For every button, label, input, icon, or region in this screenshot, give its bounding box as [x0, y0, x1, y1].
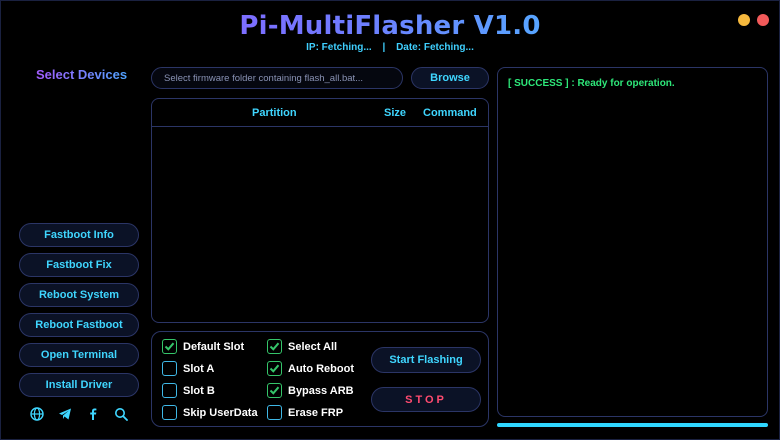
close-button[interactable]	[757, 14, 769, 26]
skip-userdata-checkbox[interactable]	[162, 405, 177, 420]
status-line: IP: Fetching... | Date: Fetching...	[1, 42, 779, 53]
fastboot-fix-button[interactable]: Fastboot Fix	[19, 253, 139, 277]
bypass-arb-option[interactable]: Bypass ARB	[267, 383, 354, 398]
erase-frp-option[interactable]: Erase FRP	[267, 405, 343, 420]
slot-a-checkbox[interactable]	[162, 361, 177, 376]
open-terminal-button[interactable]: Open Terminal	[19, 343, 139, 367]
ip-status: IP: Fetching...	[306, 42, 372, 53]
browse-button[interactable]: Browse	[411, 67, 489, 89]
reboot-fastboot-button[interactable]: Reboot Fastboot	[19, 313, 139, 337]
separator: |	[382, 42, 386, 53]
log-panel[interactable]: [ SUCCESS ] : Ready for operation.	[497, 67, 768, 417]
skip-userdata-option[interactable]: Skip UserData	[162, 405, 258, 420]
default-slot-option[interactable]: Default Slot	[162, 339, 244, 354]
options-panel: Default Slot Slot A Slot B Skip UserData…	[151, 331, 489, 427]
fastboot-info-button[interactable]: Fastboot Info	[19, 223, 139, 247]
log-line: [ SUCCESS ] : Ready for operation.	[508, 78, 675, 89]
auto-reboot-option[interactable]: Auto Reboot	[267, 361, 354, 376]
default-slot-checkbox[interactable]	[162, 339, 177, 354]
search-icon[interactable]	[113, 406, 129, 422]
bypass-arb-checkbox[interactable]	[267, 383, 282, 398]
app-window: Pi-MultiFlasher V1.0 IP: Fetching... | D…	[0, 0, 780, 440]
reboot-system-button[interactable]: Reboot System	[19, 283, 139, 307]
slot-b-checkbox[interactable]	[162, 383, 177, 398]
progress-bar	[497, 423, 768, 427]
default-slot-label: Default Slot	[183, 340, 245, 353]
globe-icon[interactable]	[29, 406, 45, 422]
telegram-icon[interactable]	[57, 406, 73, 422]
erase-frp-checkbox[interactable]	[267, 405, 282, 420]
minimize-button[interactable]	[738, 14, 750, 26]
facebook-icon[interactable]	[85, 406, 101, 422]
install-driver-button[interactable]: Install Driver	[19, 373, 139, 397]
stop-button[interactable]: STOP	[371, 387, 481, 412]
social-icons	[29, 406, 129, 422]
progress-fill	[497, 423, 768, 427]
start-flashing-button[interactable]: Start Flashing	[371, 347, 481, 373]
select-all-checkbox[interactable]	[267, 339, 282, 354]
column-partition: Partition	[252, 107, 297, 119]
bypass-arb-label: Bypass ARB	[288, 384, 354, 397]
slot-a-label: Slot A	[183, 362, 215, 375]
select-all-option[interactable]: Select All	[267, 339, 337, 354]
table-header: Partition Size Command	[152, 99, 488, 127]
slot-b-label: Slot B	[183, 384, 215, 397]
auto-reboot-checkbox[interactable]	[267, 361, 282, 376]
column-size: Size	[384, 107, 407, 119]
slot-b-option[interactable]: Slot B	[162, 383, 215, 398]
date-status: Date: Fetching...	[396, 42, 474, 53]
column-command: Command	[423, 107, 477, 119]
slot-a-option[interactable]: Slot A	[162, 361, 214, 376]
select-devices-label: Select Devices	[36, 67, 128, 82]
auto-reboot-label: Auto Reboot	[288, 362, 354, 375]
erase-frp-label: Erase FRP	[288, 406, 344, 419]
app-title: Pi-MultiFlasher V1.0	[1, 11, 779, 41]
firmware-path-input[interactable]: Select firmware folder containing flash_…	[151, 67, 403, 89]
skip-userdata-label: Skip UserData	[183, 406, 258, 419]
partition-table[interactable]: Partition Size Command	[151, 98, 489, 323]
select-all-label: Select All	[288, 340, 338, 353]
